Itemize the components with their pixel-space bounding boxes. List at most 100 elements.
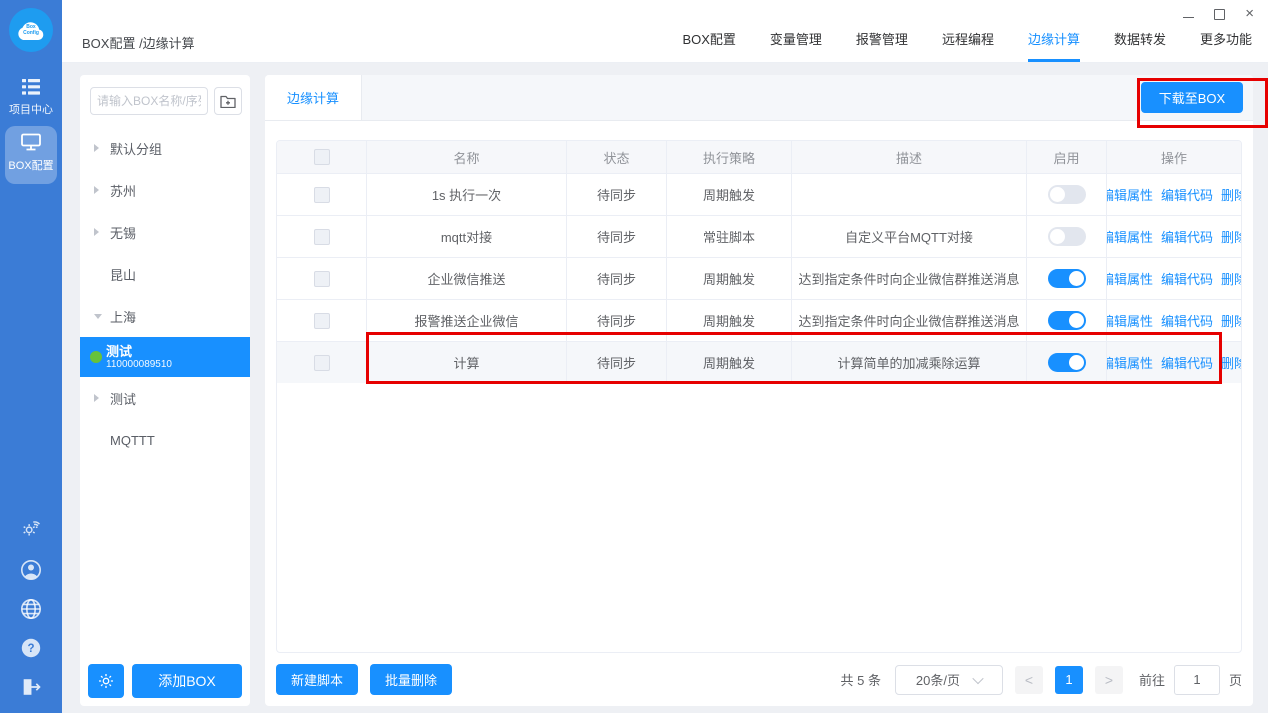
edit-properties-link[interactable]: 编辑属性	[1107, 185, 1153, 204]
delete-link[interactable]: 删除	[1221, 353, 1241, 372]
row-checkbox[interactable]	[314, 187, 330, 203]
topnav-item[interactable]: 远程编程	[942, 29, 994, 62]
download-to-box-button[interactable]: 下载至BOX	[1141, 82, 1243, 113]
cell-name: 企业微信推送	[367, 258, 567, 299]
next-page-button[interactable]: >	[1095, 666, 1123, 694]
topnav-item[interactable]: BOX配置	[682, 29, 735, 62]
add-box-button[interactable]: 添加BOX	[132, 664, 242, 698]
row-checkbox[interactable]	[314, 313, 330, 329]
tree-item[interactable]: 上海	[80, 295, 250, 337]
topnav-item[interactable]: 数据转发	[1114, 29, 1166, 62]
tree-item[interactable]: 默认分组	[80, 127, 250, 169]
sidebar-network-button[interactable]	[0, 597, 62, 624]
tree-item[interactable]: 无锡	[80, 211, 250, 253]
sidebar-help-button[interactable]: ?	[0, 636, 62, 663]
enable-toggle[interactable]	[1048, 185, 1086, 204]
tree-item[interactable]: 测试	[80, 377, 250, 419]
edit-properties-link[interactable]: 编辑属性	[1107, 227, 1153, 246]
enable-toggle[interactable]	[1048, 227, 1086, 246]
cell-strategy: 周期触发	[667, 300, 792, 341]
topnav-item[interactable]: 更多功能	[1200, 29, 1252, 62]
tree-item-selected[interactable]: 测试110000089510	[80, 337, 250, 377]
tree-item[interactable]: MQTTT	[80, 419, 250, 461]
folder-plus-icon	[220, 94, 236, 108]
cell-actions: 编辑属性编辑代码删除	[1107, 300, 1241, 341]
enable-toggle[interactable]	[1048, 353, 1086, 372]
box-search-input[interactable]	[90, 87, 208, 115]
current-page-button[interactable]: 1	[1055, 666, 1083, 694]
cell-description: 达到指定条件时向企业微信群推送消息	[792, 300, 1027, 341]
main-footer: 新建脚本 批量删除 共 5 条 20条/页 < 1 > 前往 页	[276, 653, 1242, 706]
batch-delete-button[interactable]: 批量删除	[370, 664, 452, 695]
cell-actions: 编辑属性编辑代码删除	[1107, 342, 1241, 383]
enable-toggle[interactable]	[1048, 269, 1086, 288]
chevron-right-icon[interactable]	[94, 144, 104, 152]
page-size-select[interactable]: 20条/页	[895, 665, 1003, 695]
sidebar-logout-button[interactable]	[0, 676, 62, 701]
tree-item-label: 无锡	[110, 223, 136, 242]
cell-name: 报警推送企业微信	[367, 300, 567, 341]
edit-properties-link[interactable]: 编辑属性	[1107, 269, 1153, 288]
edit-properties-link[interactable]: 编辑属性	[1107, 353, 1153, 372]
online-status-dot	[90, 351, 102, 363]
cell-name: mqtt对接	[367, 216, 567, 257]
cell-status: 待同步	[567, 258, 667, 299]
cell-status: 待同步	[567, 342, 667, 383]
sidebar-settings-button[interactable]	[0, 517, 62, 542]
new-script-button[interactable]: 新建脚本	[276, 664, 358, 695]
tab-edge-computing[interactable]: 边缘计算	[265, 75, 362, 120]
topnav-item[interactable]: 变量管理	[770, 29, 822, 62]
close-icon[interactable]: ×	[1245, 7, 1254, 21]
maximize-icon[interactable]	[1214, 9, 1225, 20]
add-group-button[interactable]	[214, 87, 242, 115]
box-tree: 默认分组苏州无锡昆山上海测试110000089510 测试 MQTTT	[80, 127, 250, 651]
tree-item[interactable]: 昆山	[80, 253, 250, 295]
edit-properties-link[interactable]: 编辑属性	[1107, 311, 1153, 330]
tree-item-label: 测试	[110, 389, 136, 408]
cell-strategy: 常驻脚本	[667, 216, 792, 257]
table-body: 1s 执行一次待同步周期触发编辑属性编辑代码删除mqtt对接待同步常驻脚本自定义…	[277, 173, 1241, 383]
table-row: 报警推送企业微信待同步周期触发达到指定条件时向企业微信群推送消息编辑属性编辑代码…	[277, 299, 1241, 341]
table-header-row: 名称 状态 执行策略 描述 启用 操作	[277, 141, 1241, 173]
table-row: 1s 执行一次待同步周期触发编辑属性编辑代码删除	[277, 173, 1241, 215]
chevron-right-icon[interactable]	[94, 394, 104, 402]
tree-item-label: 默认分组	[110, 139, 162, 158]
delete-link[interactable]: 删除	[1221, 269, 1241, 288]
goto-suffix: 页	[1229, 670, 1242, 689]
delete-link[interactable]: 删除	[1221, 311, 1241, 330]
sidebar-item-project-center[interactable]: 项目中心	[0, 78, 62, 117]
edit-code-link[interactable]: 编辑代码	[1161, 185, 1213, 204]
tree-item-label: 昆山	[110, 265, 136, 284]
chevron-down-icon[interactable]	[94, 314, 104, 319]
enable-toggle[interactable]	[1048, 311, 1086, 330]
edit-code-link[interactable]: 编辑代码	[1161, 227, 1213, 246]
box-settings-button[interactable]	[88, 664, 124, 698]
table-row: mqtt对接待同步常驻脚本自定义平台MQTT对接编辑属性编辑代码删除	[277, 215, 1241, 257]
row-checkbox[interactable]	[314, 355, 330, 371]
cell-actions: 编辑属性编辑代码删除	[1107, 216, 1241, 257]
edit-code-link[interactable]: 编辑代码	[1161, 269, 1213, 288]
row-checkbox[interactable]	[314, 271, 330, 287]
tree-item[interactable]: 苏州	[80, 169, 250, 211]
app-window: BoxConfig 项目中心 BOX配置 ?	[0, 0, 1268, 713]
column-header-strategy: 执行策略	[667, 141, 792, 173]
select-all-checkbox[interactable]	[314, 149, 330, 165]
delete-link[interactable]: 删除	[1221, 227, 1241, 246]
sidebar-item-box-config[interactable]: BOX配置	[0, 132, 62, 173]
prev-page-button[interactable]: <	[1015, 666, 1043, 694]
edit-code-link[interactable]: 编辑代码	[1161, 353, 1213, 372]
row-checkbox[interactable]	[314, 229, 330, 245]
sidebar-account-button[interactable]	[0, 558, 62, 585]
column-header-enable: 启用	[1027, 141, 1107, 173]
chevron-right-icon[interactable]	[94, 186, 104, 194]
chevron-right-icon[interactable]	[94, 228, 104, 236]
tree-item-label: 上海	[110, 307, 136, 326]
cell-description	[792, 174, 1027, 215]
minimize-icon[interactable]	[1183, 17, 1194, 18]
box-list-panel: 默认分组苏州无锡昆山上海测试110000089510 测试 MQTTT 添加BOX	[80, 75, 250, 706]
delete-link[interactable]: 删除	[1221, 185, 1241, 204]
topnav-item[interactable]: 报警管理	[856, 29, 908, 62]
edit-code-link[interactable]: 编辑代码	[1161, 311, 1213, 330]
topnav-item[interactable]: 边缘计算	[1028, 29, 1080, 62]
goto-page-input[interactable]	[1174, 665, 1220, 695]
